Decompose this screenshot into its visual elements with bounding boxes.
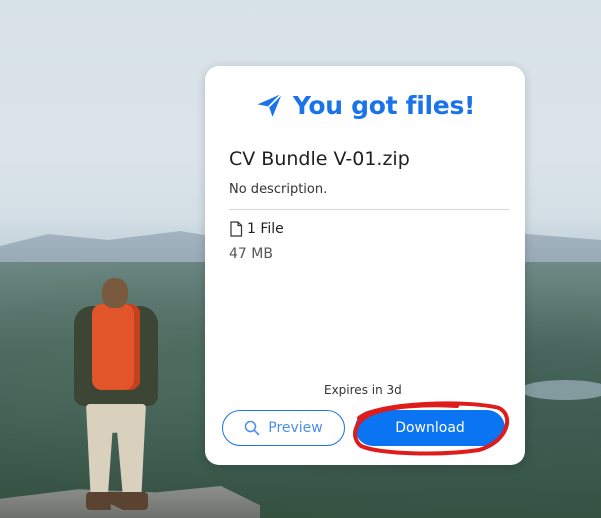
hiker-figure bbox=[68, 276, 168, 516]
search-icon bbox=[244, 420, 260, 436]
preview-label: Preview bbox=[268, 420, 323, 436]
file-title: CV Bundle V-01.zip bbox=[229, 148, 410, 170]
expiry-text: Expires in 3d bbox=[324, 383, 402, 397]
file-count: 1 File bbox=[247, 221, 284, 237]
download-label: Download bbox=[395, 420, 465, 436]
divider bbox=[229, 209, 509, 210]
download-button[interactable]: Download bbox=[355, 410, 505, 446]
preview-button[interactable]: Preview bbox=[222, 410, 345, 446]
file-count-row: 1 File bbox=[229, 221, 284, 237]
download-card: You got files! CV Bundle V-01.zip No des… bbox=[205, 66, 525, 465]
file-size: 47 MB bbox=[229, 246, 273, 262]
page-title: You got files! bbox=[292, 90, 476, 120]
file-description: No description. bbox=[229, 182, 328, 197]
card-header: You got files! bbox=[205, 90, 525, 120]
lake bbox=[520, 380, 601, 400]
paper-plane-icon bbox=[255, 90, 285, 120]
file-icon bbox=[229, 221, 243, 237]
